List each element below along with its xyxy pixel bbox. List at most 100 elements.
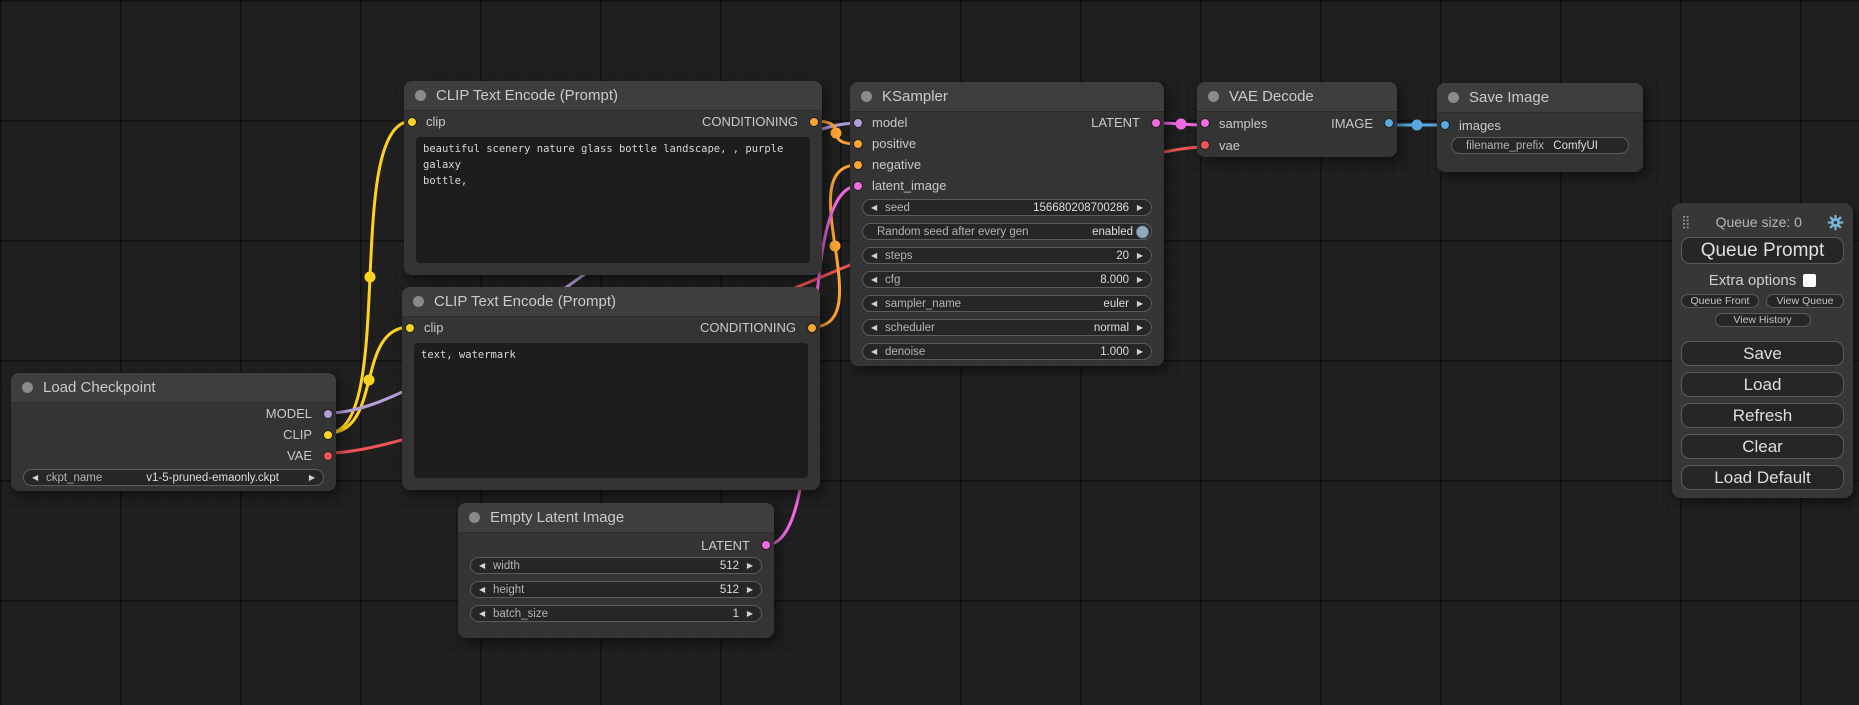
collapse-dot-icon[interactable]: [1208, 91, 1219, 102]
conditioning-output-port[interactable]: [809, 117, 819, 127]
collapse-dot-icon[interactable]: [413, 296, 424, 307]
collapse-dot-icon[interactable]: [861, 91, 872, 102]
collapse-dot-icon[interactable]: [469, 512, 480, 523]
batch-size-widget[interactable]: ◀ batch_size 1 ▶: [470, 605, 762, 622]
clip-input-port[interactable]: [407, 117, 417, 127]
input-label: images: [1459, 118, 1501, 133]
node-ksampler[interactable]: KSampler model LATENT positive negative …: [850, 82, 1164, 366]
node-clip-text-encode-2[interactable]: CLIP Text Encode (Prompt) clip CONDITION…: [402, 287, 820, 490]
collapse-dot-icon[interactable]: [415, 90, 426, 101]
sampler-name-widget[interactable]: ◀ sampler_name euler ▶: [862, 295, 1152, 312]
latent-image-input-port[interactable]: [853, 181, 863, 191]
right-arrow-icon[interactable]: ▶: [1137, 324, 1143, 332]
node-title-bar[interactable]: Empty Latent Image: [458, 503, 774, 533]
random-seed-toggle-widget[interactable]: Random seed after every gen enabled: [862, 223, 1152, 240]
left-arrow-icon[interactable]: ◀: [871, 348, 877, 356]
node-title: CLIP Text Encode (Prompt): [434, 293, 616, 310]
prompt-textarea[interactable]: beautiful scenery nature glass bottle la…: [416, 137, 810, 263]
left-arrow-icon[interactable]: ◀: [871, 252, 877, 260]
collapse-dot-icon[interactable]: [22, 382, 33, 393]
samples-input-port[interactable]: [1200, 118, 1210, 128]
toggle-knob[interactable]: [1136, 225, 1149, 238]
denoise-widget[interactable]: ◀ denoise 1.000 ▶: [862, 343, 1152, 360]
height-widget[interactable]: ◀ height 512 ▶: [470, 581, 762, 598]
steps-widget[interactable]: ◀ steps 20 ▶: [862, 247, 1152, 264]
queue-prompt-button[interactable]: Queue Prompt: [1681, 237, 1844, 264]
right-arrow-icon[interactable]: ▶: [1137, 300, 1143, 308]
clip-input-port[interactable]: [405, 323, 415, 333]
clear-button[interactable]: Clear: [1681, 434, 1844, 459]
latent-output-port[interactable]: [761, 540, 771, 550]
refresh-button[interactable]: Refresh: [1681, 403, 1844, 428]
node-title-bar[interactable]: Load Checkpoint: [11, 373, 336, 403]
widget-value: ComfyUI: [1553, 140, 1598, 152]
node-title-bar[interactable]: KSampler: [850, 82, 1164, 112]
drag-handle-icon[interactable]: ⣿: [1681, 215, 1691, 230]
left-arrow-icon[interactable]: ◀: [871, 300, 877, 308]
node-clip-text-encode-1[interactable]: CLIP Text Encode (Prompt) clip CONDITION…: [404, 81, 822, 275]
right-arrow-icon[interactable]: ▶: [309, 474, 315, 482]
left-arrow-icon[interactable]: ◀: [479, 586, 485, 594]
model-output-port[interactable]: [323, 409, 333, 419]
load-button[interactable]: Load: [1681, 372, 1844, 397]
latent-output-port[interactable]: [1151, 118, 1161, 128]
left-arrow-icon[interactable]: ◀: [479, 610, 485, 618]
clip-output-port[interactable]: [323, 430, 333, 440]
left-arrow-icon[interactable]: ◀: [32, 474, 38, 482]
node-title: KSampler: [882, 88, 948, 105]
collapse-dot-icon[interactable]: [1448, 92, 1459, 103]
ckpt-name-widget[interactable]: ◀ ckpt_name v1-5-pruned-emaonly.ckpt ▶: [23, 469, 324, 486]
view-queue-button[interactable]: View Queue: [1766, 294, 1844, 308]
prompt-textarea[interactable]: text, watermark: [414, 343, 808, 478]
slot-row: model LATENT: [850, 112, 1164, 133]
node-title: Save Image: [1469, 89, 1549, 106]
model-input-port[interactable]: [853, 118, 863, 128]
right-arrow-icon[interactable]: ▶: [747, 610, 753, 618]
vae-output-port[interactable]: [323, 451, 333, 461]
left-arrow-icon[interactable]: ◀: [871, 276, 877, 284]
vae-input-port[interactable]: [1200, 140, 1210, 150]
widget-label: seed: [885, 202, 910, 214]
settings-gear-icon[interactable]: [1827, 214, 1844, 231]
slot-row: clip CONDITIONING: [402, 317, 820, 338]
node-title-bar[interactable]: CLIP Text Encode (Prompt): [402, 287, 820, 317]
view-history-button[interactable]: View History: [1715, 313, 1811, 327]
node-vae-decode[interactable]: VAE Decode samples IMAGE vae: [1197, 82, 1397, 157]
width-widget[interactable]: ◀ width 512 ▶: [470, 557, 762, 574]
image-output-port[interactable]: [1384, 118, 1394, 128]
conditioning-output-port[interactable]: [807, 323, 817, 333]
node-title-bar[interactable]: CLIP Text Encode (Prompt): [404, 81, 822, 111]
right-arrow-icon[interactable]: ▶: [1137, 204, 1143, 212]
cfg-widget[interactable]: ◀ cfg 8.000 ▶: [862, 271, 1152, 288]
right-arrow-icon[interactable]: ▶: [1137, 348, 1143, 356]
node-title-bar[interactable]: VAE Decode: [1197, 82, 1397, 112]
left-arrow-icon[interactable]: ◀: [871, 204, 877, 212]
left-arrow-icon[interactable]: ◀: [479, 562, 485, 570]
left-arrow-icon[interactable]: ◀: [871, 324, 877, 332]
load-default-button[interactable]: Load Default: [1681, 465, 1844, 490]
positive-input-port[interactable]: [853, 139, 863, 149]
scheduler-widget[interactable]: ◀ scheduler normal ▶: [862, 319, 1152, 336]
node-load-checkpoint[interactable]: Load Checkpoint MODEL CLIP VAE ◀ ckpt_na…: [11, 373, 336, 491]
output-label: LATENT: [701, 538, 750, 553]
filename-prefix-widget[interactable]: filename_prefix ComfyUI: [1451, 137, 1629, 154]
right-arrow-icon[interactable]: ▶: [747, 562, 753, 570]
node-empty-latent-image[interactable]: Empty Latent Image LATENT ◀ width 512 ▶ …: [458, 503, 774, 638]
widget-value: normal: [1094, 322, 1129, 334]
save-button[interactable]: Save: [1681, 341, 1844, 366]
extra-options-checkbox[interactable]: [1803, 274, 1816, 287]
seed-widget[interactable]: ◀ seed 156680208700286 ▶: [862, 199, 1152, 216]
output-label: LATENT: [1091, 115, 1140, 130]
node-title-bar[interactable]: Save Image: [1437, 83, 1643, 113]
comfyui-canvas[interactable]: { "colors": { "model_purple": "#b39ddb",…: [0, 0, 1859, 705]
node-save-image[interactable]: Save Image images filename_prefix ComfyU…: [1437, 83, 1643, 172]
widget-label: sampler_name: [885, 298, 961, 310]
queue-front-button[interactable]: Queue Front: [1681, 294, 1759, 308]
queue-menu-panel: ⣿ Queue size: 0 Queue Prompt Extra optio…: [1672, 203, 1853, 498]
negative-input-port[interactable]: [853, 160, 863, 170]
right-arrow-icon[interactable]: ▶: [1137, 252, 1143, 260]
right-arrow-icon[interactable]: ▶: [747, 586, 753, 594]
slot-row: clip CONDITIONING: [404, 111, 822, 132]
images-input-port[interactable]: [1440, 120, 1450, 130]
right-arrow-icon[interactable]: ▶: [1137, 276, 1143, 284]
